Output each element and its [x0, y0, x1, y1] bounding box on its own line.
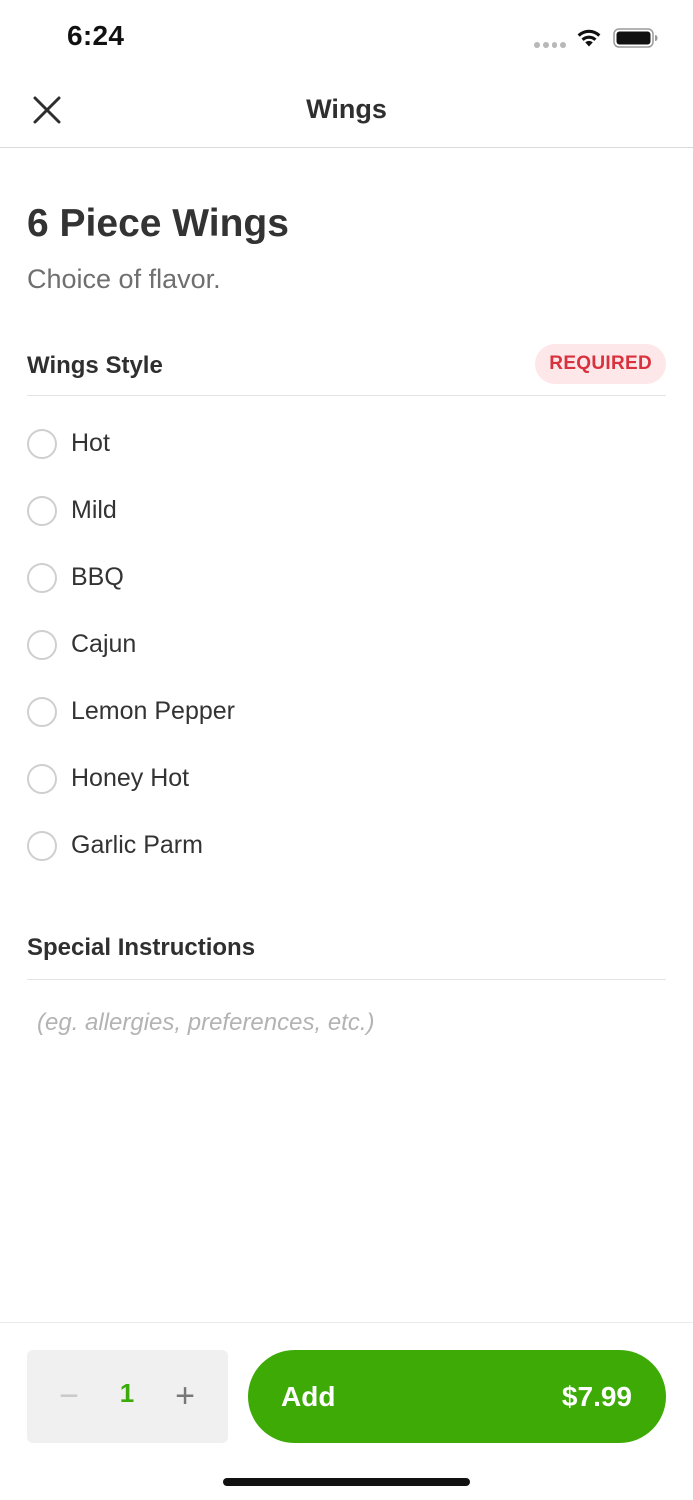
option-mild[interactable]: Mild: [27, 477, 666, 544]
wings-style-title: Wings Style: [27, 352, 163, 379]
option-label: Lemon Pepper: [71, 697, 236, 725]
option-label: Cajun: [71, 630, 137, 658]
footer-bar: − 1 + Add $7.99: [0, 1322, 693, 1500]
option-label: Garlic Parm: [71, 831, 203, 859]
item-description: Choice of flavor.: [27, 264, 221, 294]
option-garlic-parm[interactable]: Garlic Parm: [27, 812, 666, 879]
home-indicator: [223, 1478, 470, 1486]
radio-button[interactable]: [27, 763, 57, 794]
item-title: 6 Piece Wings: [27, 202, 289, 245]
add-label: Add: [281, 1381, 336, 1412]
radio-button[interactable]: [27, 428, 57, 459]
option-bbq[interactable]: BBQ: [27, 544, 666, 611]
quantity-stepper: − 1 +: [27, 1350, 228, 1443]
wifi-icon: [577, 29, 601, 47]
option-label: Hot: [71, 429, 110, 457]
required-badge: REQUIRED: [535, 344, 666, 384]
status-time: 6:24: [67, 20, 125, 51]
quantity-value: 1: [119, 1378, 135, 1408]
nav-bar: Wings: [0, 76, 693, 148]
price-label: $7.99: [561, 1381, 632, 1412]
option-label: Honey Hot: [71, 764, 190, 792]
special-instructions-header: Special Instructions: [27, 930, 666, 980]
special-instructions-input[interactable]: [27, 1000, 666, 1046]
nav-title: Wings: [306, 94, 387, 124]
option-lemon-pepper[interactable]: Lemon Pepper: [27, 678, 666, 745]
battery-icon: [613, 28, 658, 48]
option-hot[interactable]: Hot: [27, 410, 666, 477]
radio-button[interactable]: [27, 562, 57, 593]
increment-button[interactable]: +: [167, 1373, 203, 1419]
radio-button[interactable]: [27, 629, 57, 660]
special-instructions-title: Special Instructions: [27, 934, 256, 961]
radio-button[interactable]: [27, 696, 57, 727]
radio-button[interactable]: [27, 495, 57, 526]
wings-style-header: Wings Style REQUIRED: [27, 344, 666, 396]
add-to-cart-button[interactable]: Add $7.99: [248, 1350, 666, 1443]
option-label: Mild: [71, 496, 117, 524]
option-cajun[interactable]: Cajun: [27, 611, 666, 678]
radio-button[interactable]: [27, 830, 57, 861]
option-label: BBQ: [71, 563, 124, 591]
decrement-button[interactable]: −: [51, 1373, 87, 1419]
signal-dots-icon: [534, 42, 566, 48]
wings-style-options: Hot Mild BBQ Cajun Lemon Pepper Honey Ho…: [27, 410, 666, 879]
status-bar: 6:24: [0, 0, 693, 76]
option-honey-hot[interactable]: Honey Hot: [27, 745, 666, 812]
